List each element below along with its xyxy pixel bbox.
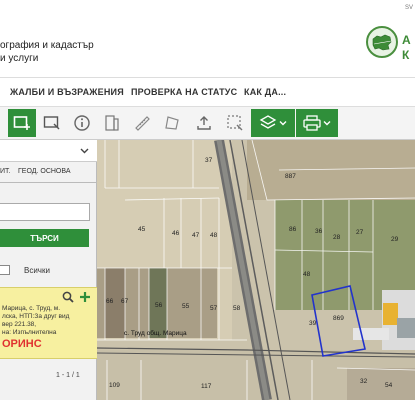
tab-objects[interactable]: ИТ. [0,168,10,175]
plot-label: 869 [333,315,344,322]
info-icon[interactable] [68,109,96,137]
agency-logo-icon [366,26,398,58]
chevron-down-icon[interactable] [80,147,89,155]
result-line: Марица, с. Труд, м. [2,305,61,312]
zoom-icon[interactable] [62,291,74,303]
plot-label: 47 [192,232,200,239]
plot-label: 57 [210,305,218,312]
plot-label: 45 [138,226,146,233]
result-line: вер 221.38, [2,321,37,328]
ruler-icon[interactable] [128,109,156,137]
plot-label: 36 [315,228,323,235]
plot-label: 39 [309,320,317,327]
pager: 1 - 1 / 1 [56,372,80,379]
nav-complaints[interactable]: ЖАЛБИ И ВЪЗРАЖЕНИЯ [10,87,124,97]
map-toolbar [0,107,415,140]
map-imagery [97,140,415,400]
search-panel: ИТ. ГЕОД. ОСНОВА ТЪРСИ Всички Марица, с.… [0,140,97,400]
layers-dropdown[interactable] [251,109,295,137]
plot-label: 48 [303,271,311,278]
org-name-line1: ография и кадастър [0,40,94,51]
plot-label: 37 [205,157,213,164]
area-icon[interactable] [158,109,186,137]
plot-label: 56 [155,302,163,309]
select-all-checkbox[interactable] [0,265,10,275]
select-window-icon[interactable] [38,109,66,137]
plot-label: 67 [121,298,129,305]
plot-label: 55 [182,303,190,310]
tabs-icon[interactable] [98,109,126,137]
map-road-label: с. Труд общ. Марица [124,330,187,337]
plot-label: 86 [289,226,297,233]
search-input[interactable] [0,203,90,221]
main-nav: ЖАЛБИ И ВЪЗРАЖЕНИЯ ПРОВЕРКА НА СТАТУС КА… [0,77,415,107]
search-button[interactable]: ТЪРСИ [0,229,89,247]
plot-label: 29 [391,236,399,243]
logo-text: К [402,48,410,62]
plot-label: 887 [285,173,296,180]
plot-label: 58 [233,305,241,312]
select-rect-icon[interactable] [8,109,36,137]
plot-label: 32 [360,378,368,385]
language-switch[interactable]: SV [405,5,413,11]
plot-label: 109 [109,382,120,389]
header: SV ография и кадастър и услуги А К [0,0,415,77]
org-name-line2: и услуги [0,53,39,64]
chevron-down-icon [279,121,287,126]
clear-selection-icon[interactable] [221,109,249,137]
logo-text: А [402,33,411,47]
plot-label: 27 [356,229,364,236]
nav-how-to[interactable]: КАК ДА... [244,87,286,97]
status-tag: ОРИНС [2,338,42,350]
panel-header [0,140,97,162]
map-view[interactable]: 37 887 45 46 47 48 86 28 27 36 29 48 66 … [97,140,415,400]
layers-icon [259,115,277,129]
chevron-down-icon [323,121,331,126]
plot-label: 66 [106,298,114,305]
export-icon[interactable] [190,109,218,137]
plot-label: 117 [201,383,212,390]
add-icon[interactable] [79,291,91,303]
tab-geodetic-base[interactable]: ГЕОД. ОСНОВА [18,168,71,175]
plot-label: 28 [333,234,341,241]
print-dropdown[interactable] [296,109,338,137]
panel-tabs: ИТ. ГЕОД. ОСНОВА [0,162,97,183]
plot-label: 54 [385,382,393,389]
plot-label: 48 [210,232,218,239]
result-line: лска, НТП:За друг вид [2,313,70,320]
nav-status-check[interactable]: ПРОВЕРКА НА СТАТУС [131,87,237,97]
result-line: на: Изпълнителна [2,329,57,336]
select-all-label: Всички [24,266,50,275]
result-item[interactable]: Марица, с. Труд, м. лска, НТП:За друг ви… [0,287,97,359]
print-icon [303,115,321,131]
plot-label: 46 [172,230,180,237]
